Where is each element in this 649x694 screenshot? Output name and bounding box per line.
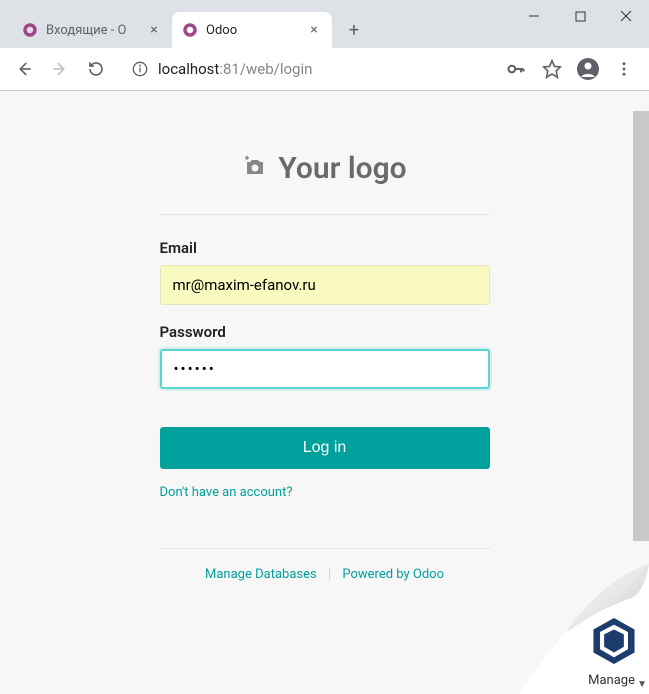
logo-text: Your logo: [278, 151, 406, 186]
tab-title: Odoo: [206, 23, 300, 38]
url-path: /web/login: [240, 60, 313, 78]
forward-button[interactable]: [44, 53, 76, 85]
email-group: Email: [160, 239, 490, 305]
bitnami-logo-icon: [593, 618, 635, 668]
bitnami-badge[interactable]: Manage ▼: [519, 564, 649, 694]
camera-placeholder-icon: [242, 155, 268, 183]
email-label: Email: [160, 239, 490, 257]
password-key-icon[interactable]: [499, 52, 533, 86]
signup-link[interactable]: Don't have an account?: [160, 485, 293, 500]
bookmark-star-icon[interactable]: [535, 52, 569, 86]
tab-active[interactable]: Odoo ×: [172, 12, 332, 48]
tab-title: Входящие - О: [46, 23, 140, 38]
manage-databases-link[interactable]: Manage Databases: [205, 567, 317, 582]
email-field[interactable]: [160, 265, 490, 305]
new-tab-button[interactable]: +: [340, 16, 368, 44]
window-controls: [511, 0, 649, 36]
badge-label: Manage: [588, 673, 635, 688]
minimize-button[interactable]: [511, 0, 557, 32]
close-tab-icon[interactable]: ×: [146, 22, 162, 38]
address-bar[interactable]: localhost:81/web/login: [122, 54, 489, 84]
url-host: localhost: [158, 60, 219, 78]
browser-chrome: Входящие - О × Odoo × +: [0, 0, 649, 91]
password-label: Password: [160, 323, 490, 341]
page-content: Your logo Email Password Log in Don't ha…: [0, 91, 649, 694]
login-button[interactable]: Log in: [160, 427, 490, 469]
password-group: Password: [160, 323, 490, 389]
tab-inactive[interactable]: Входящие - О ×: [12, 12, 172, 48]
window-close-button[interactable]: [603, 0, 649, 32]
odoo-favicon-icon: [182, 22, 198, 38]
profile-avatar-icon[interactable]: [571, 52, 605, 86]
tab-bar: Входящие - О × Odoo × +: [0, 0, 649, 48]
login-form: Your logo Email Password Log in Don't ha…: [160, 151, 490, 582]
logo-section: Your logo: [160, 151, 490, 215]
back-button[interactable]: [8, 53, 40, 85]
footer-separator: |: [328, 567, 331, 582]
site-info-icon[interactable]: [132, 61, 148, 77]
footer-links: Manage Databases | Powered by Odoo: [160, 548, 490, 582]
reload-button[interactable]: [80, 53, 112, 85]
close-tab-icon[interactable]: ×: [306, 22, 322, 38]
url-port: :81: [219, 60, 240, 78]
browser-toolbar: localhost:81/web/login: [0, 48, 649, 90]
powered-by-link[interactable]: Powered by Odoo: [342, 567, 444, 582]
scrollbar[interactable]: [633, 111, 649, 541]
odoo-favicon-icon: [22, 22, 38, 38]
menu-dots-icon[interactable]: [607, 52, 641, 86]
password-field[interactable]: [160, 349, 490, 389]
maximize-button[interactable]: [557, 0, 603, 32]
chevron-down-icon[interactable]: ▼: [637, 679, 647, 690]
